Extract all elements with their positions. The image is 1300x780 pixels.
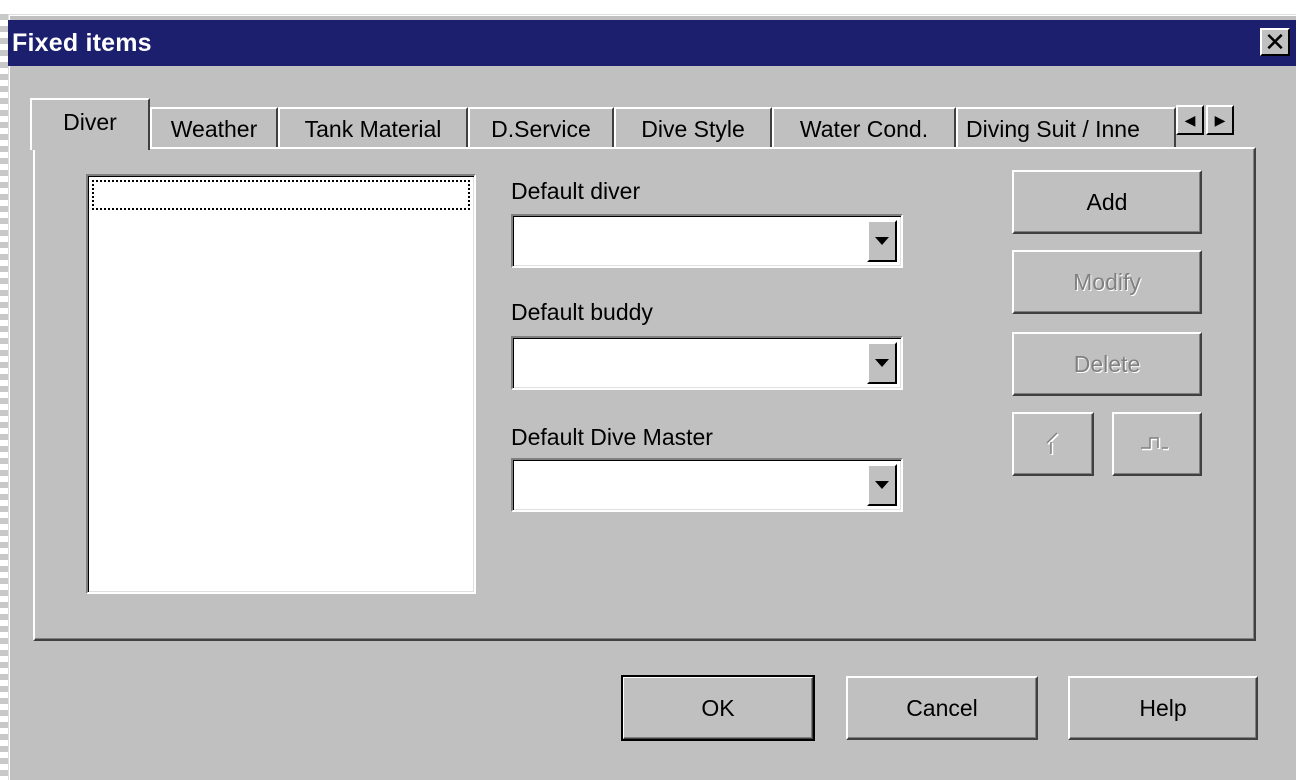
tab-d-service[interactable]: D.Service	[468, 107, 614, 149]
help-button-label: Help	[1139, 694, 1187, 721]
tab-water-cond[interactable]: Water Cond.	[772, 107, 956, 149]
default-buddy-label: Default buddy	[511, 299, 653, 325]
help-button[interactable]: Help	[1068, 676, 1258, 740]
default-diver-dropdown-button[interactable]	[867, 220, 897, 262]
modify-button[interactable]: Modify	[1012, 250, 1202, 314]
chevron-down-icon	[875, 359, 889, 367]
tab-diver[interactable]: Diver	[30, 98, 150, 150]
tab-tank-material[interactable]: Tank Material	[278, 107, 468, 149]
ok-button-label: OK	[701, 694, 735, 721]
move-down-icon	[1141, 437, 1169, 451]
window-title: Fixed items	[12, 29, 152, 57]
move-up-icon	[1046, 432, 1059, 455]
default-divemaster-dropdown-button[interactable]	[867, 464, 897, 506]
default-diver-select[interactable]	[511, 214, 903, 268]
delete-button[interactable]: Delete	[1012, 332, 1202, 396]
ok-button[interactable]: OK	[621, 675, 815, 741]
cancel-button[interactable]: Cancel	[846, 676, 1038, 740]
tab-label: Dive Style	[641, 115, 745, 142]
default-divemaster-label: Default Dive Master	[511, 424, 713, 450]
default-divemaster-select[interactable]	[511, 458, 903, 512]
diver-list[interactable]	[86, 174, 476, 594]
add-button[interactable]: Add	[1012, 170, 1202, 234]
tab-label: D.Service	[491, 115, 591, 142]
tab-label: Diver	[63, 108, 117, 135]
close-icon: ✕	[1264, 27, 1286, 57]
tab-label: Diving Suit / Inne	[966, 115, 1140, 142]
tab-diving-suit[interactable]: Diving Suit / Inne	[956, 107, 1176, 149]
close-button[interactable]: ✕	[1260, 28, 1290, 56]
modify-button-label: Modify	[1073, 268, 1141, 295]
cancel-button-label: Cancel	[906, 694, 978, 721]
tab-weather[interactable]: Weather	[150, 107, 278, 149]
tab-scroll-right-button[interactable]: ▶	[1206, 105, 1234, 135]
tab-label: Water Cond.	[799, 115, 929, 142]
default-buddy-select[interactable]	[511, 336, 903, 390]
arrow-right-icon: ▶	[1214, 111, 1226, 128]
delete-button-label: Delete	[1073, 350, 1141, 377]
default-diver-label: Default diver	[511, 178, 641, 204]
tab-label: Weather	[170, 115, 258, 142]
tab-label: Tank Material	[304, 115, 442, 142]
title-bar: Fixed items ✕	[8, 20, 1296, 66]
add-button-label: Add	[1086, 188, 1128, 215]
chevron-down-icon	[875, 237, 889, 245]
tab-scroll-left-button[interactable]: ◀	[1176, 105, 1204, 135]
background-edge	[0, 14, 8, 780]
arrow-left-icon: ◀	[1184, 111, 1196, 128]
move-up-button[interactable]	[1012, 412, 1094, 476]
default-buddy-dropdown-button[interactable]	[867, 342, 897, 384]
chevron-down-icon	[875, 481, 889, 489]
move-down-button[interactable]	[1112, 412, 1202, 476]
fixed-items-dialog: Fixed items ✕ Diver Weather Tank Materia…	[8, 14, 1296, 780]
list-focus-row[interactable]	[92, 180, 470, 210]
tab-dive-style[interactable]: Dive Style	[614, 107, 772, 149]
